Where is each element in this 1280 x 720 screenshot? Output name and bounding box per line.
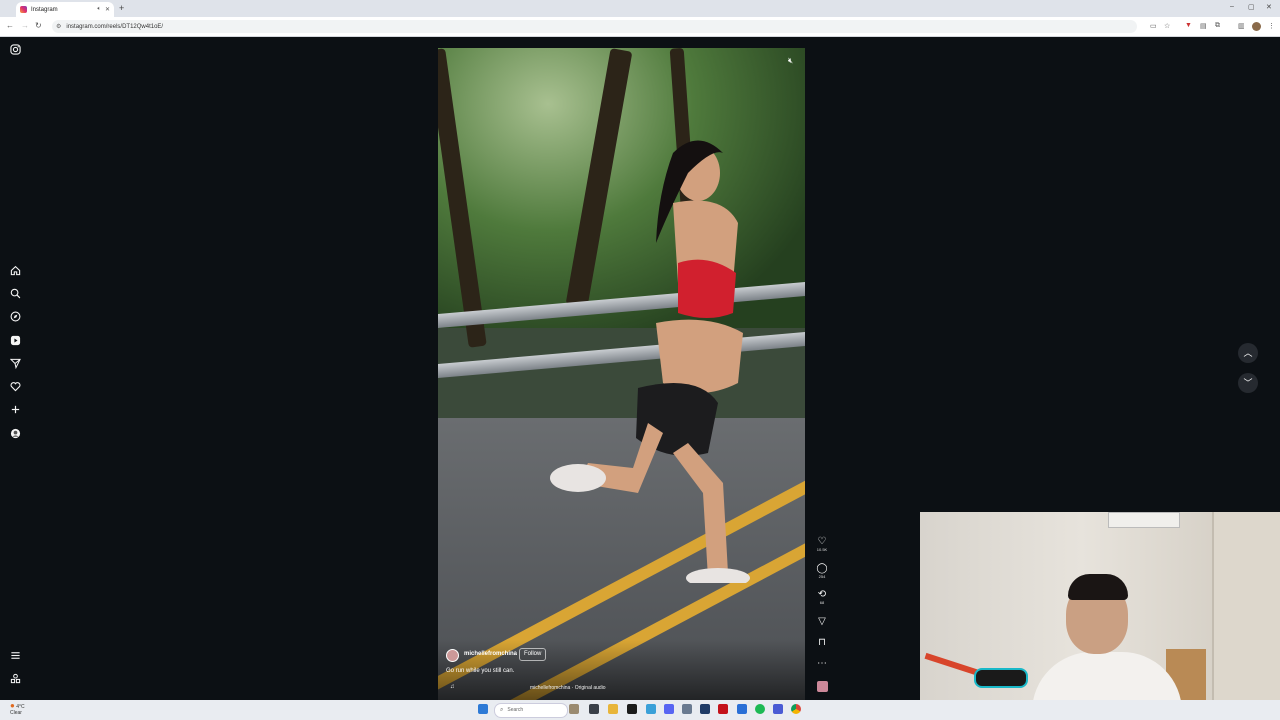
chrome-icon[interactable] <box>791 704 801 714</box>
discord-icon[interactable] <box>664 704 674 714</box>
search-icon[interactable] <box>9 288 21 300</box>
url-text: instagram.com/reels/DT12Qw4t1oE/ <box>66 23 164 30</box>
reel-caption: Go run while you still can. <box>446 668 515 674</box>
microphone <box>974 668 1028 688</box>
task-view-icon[interactable] <box>589 704 599 714</box>
taskbar-search-text: Search <box>507 707 524 713</box>
create-icon[interactable] <box>9 404 21 416</box>
app-icon[interactable] <box>682 704 692 714</box>
more-options-action[interactable]: ⋯ <box>812 658 832 669</box>
minimize-button[interactable]: – <box>1230 3 1234 10</box>
door <box>1212 512 1280 700</box>
chevron-down-icon: ﹀ <box>1243 378 1253 388</box>
more-dots-icon[interactable]: ⋯ <box>812 658 832 669</box>
search-icon: ⌕ <box>500 707 504 713</box>
forward-icon[interactable]: → <box>21 21 29 30</box>
close-window-button[interactable]: ✕ <box>1266 3 1272 11</box>
share-action[interactable]: ▽ <box>812 616 832 627</box>
share-icon[interactable]: ▽ <box>812 616 832 627</box>
repost-action[interactable]: ⟲ 68 <box>812 589 832 606</box>
runner-figure <box>550 140 750 583</box>
chevron-up-icon: ︿ <box>1243 348 1253 358</box>
steam-icon[interactable] <box>700 704 710 714</box>
app-icon[interactable] <box>627 704 637 714</box>
person-hair <box>1068 574 1128 600</box>
profile-icon[interactable] <box>9 428 21 440</box>
comment-count: 254 <box>818 574 826 579</box>
bookmark-star-icon[interactable]: ☆ <box>1164 22 1170 30</box>
author-avatar[interactable] <box>446 649 459 662</box>
extensions-puzzle-icon[interactable]: ⧉ <box>1215 22 1220 30</box>
instagram-favicon-icon <box>20 6 27 13</box>
weather-widget[interactable]: ● 4°C Clear <box>10 701 25 717</box>
left-navigation <box>0 36 30 700</box>
meta-icon[interactable] <box>9 673 21 685</box>
extension-icon-2[interactable]: ▤ <box>1200 22 1207 30</box>
home-icon[interactable] <box>9 265 21 277</box>
audio-label[interactable]: michellefromchina · Original audio <box>530 685 606 691</box>
browser-tab[interactable]: Instagram 🔈︎ ✕ <box>16 2 114 17</box>
weather-icon: ● <box>10 701 15 710</box>
bookmark-icon[interactable]: ⊓ <box>812 637 832 648</box>
back-icon[interactable]: ← <box>6 21 14 30</box>
reel-video[interactable]: 🔇︎ michellefromchina Follow Go run while… <box>438 48 805 700</box>
person-shirt <box>1032 652 1182 700</box>
webcam-overlay <box>920 512 1280 700</box>
explore-icon[interactable] <box>9 311 21 323</box>
cast-icon[interactable]: ▭ <box>1150 22 1157 30</box>
address-bar-row: ← → ↻ ⚙ instagram.com/reels/DT12Qw4t1oE/… <box>0 17 1280 37</box>
site-info-icon[interactable]: ⚙ <box>56 23 61 30</box>
spotify-icon[interactable] <box>755 704 765 714</box>
author-username[interactable]: michellefromchina <box>464 651 517 657</box>
follow-button[interactable]: Follow <box>519 648 547 661</box>
save-action[interactable]: ⊓ <box>812 637 832 648</box>
maximize-button[interactable]: ▢ <box>1248 3 1255 11</box>
new-tab-button[interactable]: + <box>119 3 124 13</box>
extension-icon[interactable]: ▼ <box>1185 22 1192 29</box>
url-field[interactable]: ⚙ instagram.com/reels/DT12Qw4t1oE/ <box>52 20 1137 33</box>
app-icon[interactable] <box>737 704 747 714</box>
reels-icon[interactable] <box>9 335 21 347</box>
repost-count: 68 <box>819 600 825 605</box>
music-note-icon: ♫ <box>450 684 455 690</box>
browser-menu-icon[interactable]: ⋮ <box>1268 22 1275 30</box>
netflix-icon[interactable] <box>718 704 728 714</box>
air-conditioner <box>1108 512 1180 528</box>
messages-icon[interactable] <box>9 358 21 370</box>
widgets-icon[interactable] <box>569 704 579 714</box>
app-icon[interactable] <box>773 704 783 714</box>
heart-icon[interactable]: ♡ <box>812 536 832 547</box>
sidebar-icon[interactable]: ▥ <box>1238 22 1245 30</box>
taskbar-search[interactable]: ⌕ Search <box>494 703 568 718</box>
previous-reel-button[interactable]: ︿ <box>1238 343 1258 363</box>
taskbar <box>0 700 1280 720</box>
like-count: 10.5K <box>816 547 828 552</box>
audio-thumbnail[interactable] <box>817 681 828 692</box>
start-icon[interactable] <box>478 704 488 714</box>
profile-avatar[interactable] <box>1252 22 1261 31</box>
app-icon[interactable] <box>646 704 656 714</box>
like-action[interactable]: ♡ 10.5K <box>812 536 832 553</box>
notifications-icon[interactable] <box>9 381 21 393</box>
instagram-icon[interactable] <box>9 44 21 56</box>
mute-icon[interactable]: 🔇︎ <box>788 56 798 66</box>
comment-action[interactable]: ◯ 254 <box>812 563 832 580</box>
speaker-icon[interactable]: 🔈︎ <box>97 6 101 13</box>
more-menu-icon[interactable] <box>9 650 21 662</box>
tab-title: Instagram <box>31 6 58 13</box>
file-explorer-icon[interactable] <box>608 704 618 714</box>
next-reel-button[interactable]: ﹀ <box>1238 373 1258 393</box>
browser-tab-strip: Instagram 🔈︎ ✕ + – ▢ ✕ <box>0 0 1280 17</box>
comment-icon[interactable]: ◯ <box>812 563 832 574</box>
reload-icon[interactable]: ↻ <box>35 21 42 30</box>
repost-icon[interactable]: ⟲ <box>812 589 832 600</box>
close-tab-icon[interactable]: ✕ <box>105 6 110 13</box>
weather-condition: Clear <box>10 710 22 716</box>
